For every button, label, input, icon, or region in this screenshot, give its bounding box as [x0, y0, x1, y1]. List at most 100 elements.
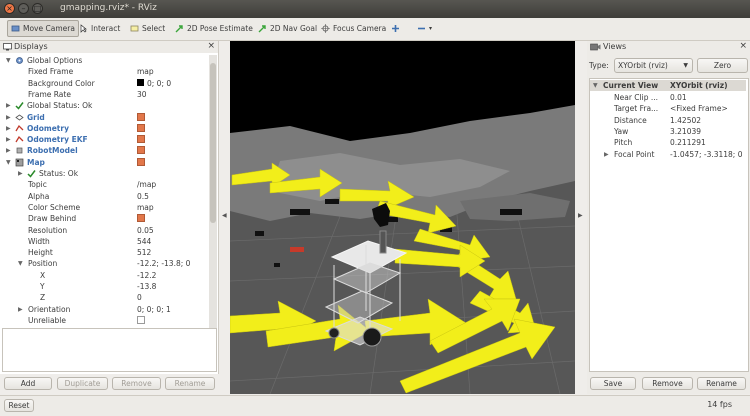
nav-goal-tool[interactable]: 2D Nav Goal	[255, 20, 320, 37]
checkbox[interactable]	[137, 135, 145, 144]
display-row-value[interactable]	[137, 145, 145, 156]
checkbox[interactable]	[137, 123, 145, 132]
display-row[interactable]: ▶ Odometry	[0, 123, 208, 134]
display-row[interactable]: Height 512	[0, 247, 208, 258]
display-row-value[interactable]	[137, 123, 145, 134]
display-row-label: Z	[40, 293, 46, 303]
current-view-value: XYOrbit (rviz)	[670, 81, 728, 90]
render-viewport[interactable]	[230, 41, 575, 394]
view-type-select[interactable]: XYOrbit (rviz) ▼	[614, 58, 693, 73]
checkbox[interactable]	[137, 157, 145, 166]
rename-view-button[interactable]: Rename	[697, 377, 746, 390]
close-window-button[interactable]: ×	[4, 3, 15, 14]
remove-display-button[interactable]: Remove	[112, 377, 161, 390]
reset-button[interactable]: Reset	[4, 399, 34, 412]
expand-icon[interactable]: ▶	[6, 100, 11, 111]
display-row-value[interactable]	[137, 315, 145, 326]
view-property-label: Target Fra...	[614, 104, 659, 114]
view-property-row[interactable]: ▶ Focal Point -1.0457; -3.3118; 0	[590, 149, 746, 160]
interact-tool[interactable]: Interact	[76, 20, 123, 37]
expand-icon[interactable]: ▶	[6, 134, 11, 145]
displays-scrollbar[interactable]	[209, 55, 217, 328]
view-property-row[interactable]: Near Clip ... 0.01	[590, 92, 746, 103]
view-property-row[interactable]: Distance 1.42502	[590, 115, 746, 126]
expand-icon[interactable]: ▶	[6, 145, 11, 156]
checkbox[interactable]	[137, 112, 145, 121]
expand-icon[interactable]: ▶	[6, 112, 11, 123]
collapse-icon[interactable]: ▼	[18, 258, 23, 269]
collapse-icon[interactable]: ▼	[6, 157, 11, 168]
save-view-button[interactable]: Save	[590, 377, 636, 390]
display-row[interactable]: Resolution 0.05	[0, 225, 208, 236]
scene-render[interactable]	[230, 41, 575, 394]
display-row-value: 512	[137, 247, 151, 258]
view-property-value: <Fixed Frame>	[670, 104, 728, 114]
display-row[interactable]: Alpha 0.5	[0, 191, 208, 202]
display-row[interactable]: Fixed Frame map	[0, 66, 208, 77]
pose-estimate-tool[interactable]: 2D Pose Estimate	[172, 20, 256, 37]
display-row[interactable]: X -12.2	[0, 270, 208, 281]
status-bar: Reset 14 fps	[0, 395, 750, 416]
display-row[interactable]: Width 544	[0, 236, 208, 247]
display-row[interactable]: ▶ Orientation 0; 0; 0; 1	[0, 304, 208, 315]
display-row[interactable]: Topic/map	[0, 179, 208, 190]
focus-camera-tool[interactable]: Focus Camera	[318, 20, 389, 37]
current-view-row[interactable]: ▼ Current View XYOrbit (rviz)	[590, 80, 746, 92]
display-row-value[interactable]	[137, 112, 145, 123]
collapse-left-icon[interactable]: ◀	[222, 212, 227, 219]
expand-icon[interactable]: ▼	[593, 80, 598, 91]
display-row[interactable]: Y -13.8	[0, 281, 208, 292]
display-row[interactable]: ▶ Status: Ok	[0, 168, 208, 179]
display-row-label: Topic	[28, 180, 47, 190]
collapse-right-icon[interactable]: ▶	[578, 212, 583, 219]
display-row[interactable]: ▶ Global Status: Ok	[0, 100, 208, 111]
close-icon[interactable]: ×	[207, 41, 215, 51]
view-property-value: 0.211291	[670, 138, 706, 148]
minimize-window-button[interactable]: –	[18, 3, 29, 14]
display-row[interactable]: Z0	[0, 292, 208, 303]
add-display-button[interactable]: Add	[4, 377, 52, 390]
collapse-icon[interactable]: ▼	[6, 55, 11, 66]
remove-view-button[interactable]: Remove	[642, 377, 693, 390]
display-row[interactable]: ▶ RobotModel	[0, 145, 208, 156]
color-swatch[interactable]	[137, 79, 144, 87]
display-row-label: Fixed Frame	[28, 67, 74, 77]
display-row[interactable]: Background Color 0; 0; 0	[0, 78, 208, 89]
display-row-label: Height	[28, 248, 53, 258]
display-row[interactable]: Color Scheme map	[0, 202, 208, 213]
zero-button[interactable]: Zero	[697, 58, 748, 73]
display-row[interactable]: ▶ Odometry EKF	[0, 134, 208, 145]
expand-icon[interactable]: ▶	[18, 304, 23, 315]
checkbox[interactable]	[137, 146, 145, 155]
scrollbar-thumb[interactable]	[210, 63, 216, 223]
display-row[interactable]: ▼ Position -12.2; -13.8; 0	[0, 258, 208, 269]
display-row-label: Global Options	[27, 56, 83, 65]
duplicate-display-button[interactable]: Duplicate	[57, 377, 108, 390]
add-tool-button[interactable]	[388, 20, 403, 37]
view-property-row[interactable]: Yaw 3.21039	[590, 126, 746, 137]
display-row-value[interactable]	[137, 134, 145, 145]
select-tool[interactable]: Select	[127, 20, 168, 37]
expand-icon[interactable]: ▶	[18, 168, 23, 179]
view-property-row[interactable]: Target Fra... <Fixed Frame>	[590, 103, 746, 114]
display-row[interactable]: Unreliable	[0, 315, 208, 326]
remove-tool-button[interactable]: ▾	[414, 20, 435, 37]
move-camera-tool[interactable]: Move Camera	[7, 20, 79, 37]
checkbox[interactable]	[137, 315, 145, 324]
expand-icon[interactable]: ▶	[6, 123, 11, 134]
display-row[interactable]: ▼ Map	[0, 157, 208, 168]
view-property-row[interactable]: Pitch 0.211291	[590, 137, 746, 148]
pose-estimate-label: 2D Pose Estimate	[187, 24, 253, 33]
display-row-value[interactable]	[137, 157, 145, 168]
checkbox[interactable]	[137, 214, 145, 223]
maximize-window-button[interactable]: □	[32, 3, 43, 14]
display-row[interactable]: Draw Behind	[0, 213, 208, 224]
display-row[interactable]: Frame Rate 30	[0, 89, 208, 100]
close-icon[interactable]: ×	[739, 41, 747, 51]
rename-display-button[interactable]: Rename	[165, 377, 215, 390]
display-row[interactable]: ▼ Global Options	[0, 55, 208, 66]
display-row[interactable]: ▶ Grid	[0, 112, 208, 123]
display-row-value[interactable]	[137, 213, 145, 224]
display-row-value: 0; 0; 0; 1	[137, 304, 171, 315]
expand-icon[interactable]: ▶	[604, 149, 609, 160]
